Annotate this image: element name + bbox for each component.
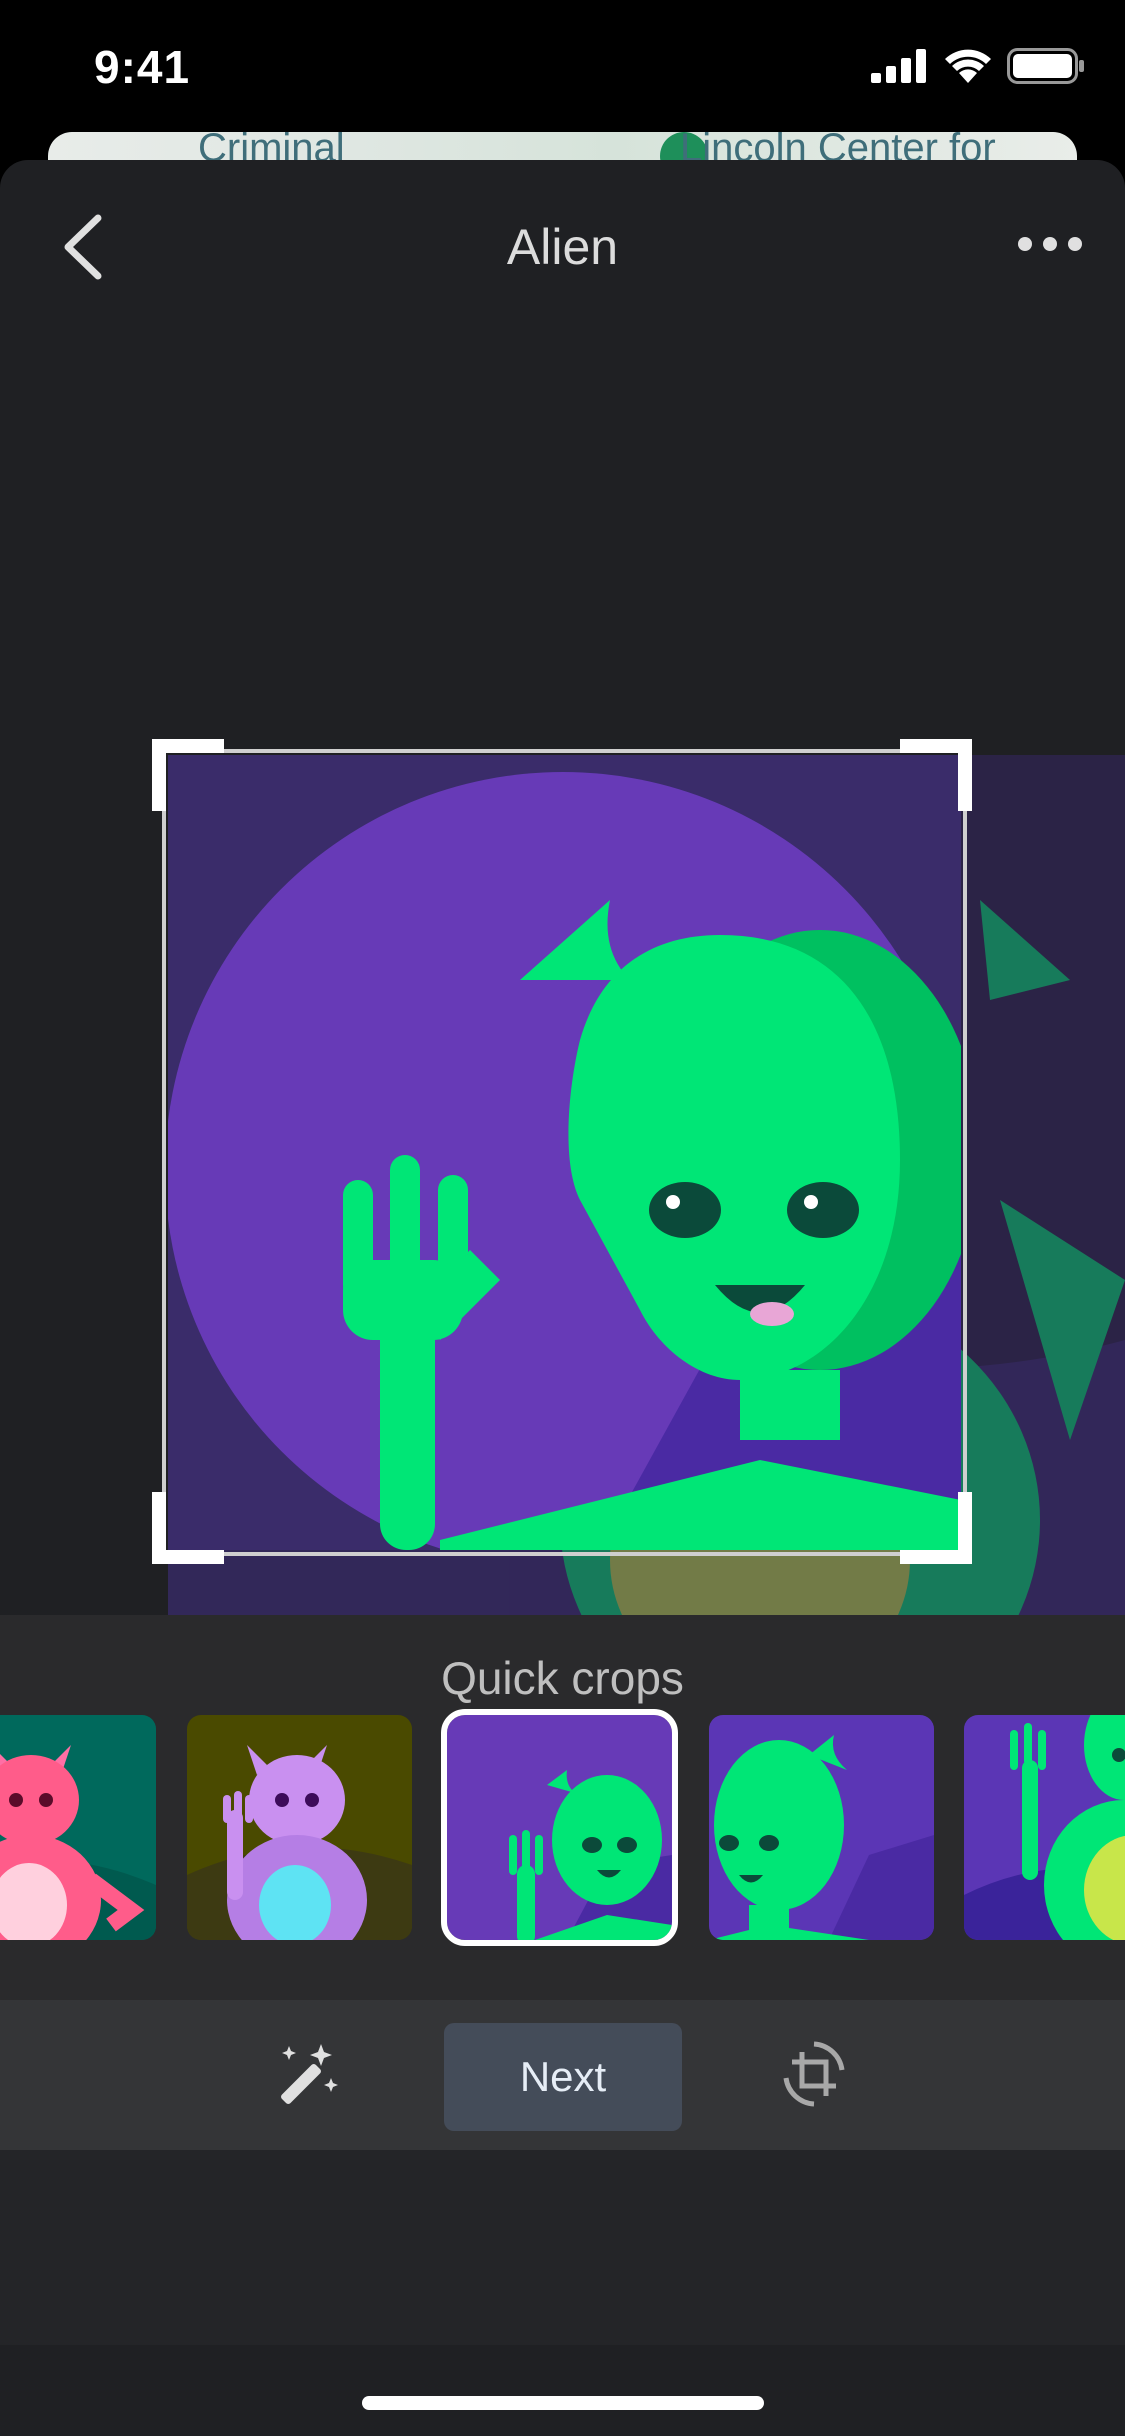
auto-enhance-button[interactable]	[271, 2038, 343, 2110]
crop-canvas[interactable]	[0, 380, 1125, 1615]
signal-icon	[871, 49, 926, 83]
crop-rotate-button[interactable]	[778, 2038, 850, 2110]
quick-crops-panel: Quick crops	[0, 1615, 1125, 2000]
crop-rotate-icon	[783, 2041, 845, 2107]
magic-wand-icon	[281, 2044, 338, 2104]
wifi-icon	[945, 49, 991, 83]
quick-crop-thumbnail-2[interactable]	[187, 1715, 412, 1940]
home-indicator[interactable]	[362, 2396, 764, 2410]
top-bar: Alien	[0, 160, 1125, 330]
quick-crop-thumbnail-5[interactable]	[964, 1715, 1125, 1940]
page-title: Alien	[506, 219, 619, 275]
more-options-button[interactable]	[1015, 224, 1085, 264]
quick-crop-thumbnail-3-selected[interactable]	[441, 1709, 678, 1946]
status-icons	[871, 48, 1085, 84]
quick-crops-title: Quick crops	[441, 1652, 684, 1704]
more-horizontal-icon	[1018, 237, 1082, 251]
next-button[interactable]: Next	[444, 2023, 682, 2131]
status-bar: 9:41	[0, 0, 1125, 140]
footer-bar	[0, 2150, 1125, 2345]
cropped-image	[168, 755, 961, 1550]
quick-crop-thumbnail-1[interactable]	[0, 1715, 156, 1940]
battery-icon	[1007, 48, 1084, 84]
status-time: 9:41	[94, 41, 191, 93]
quick-crop-thumbnail-4[interactable]	[709, 1715, 934, 1940]
